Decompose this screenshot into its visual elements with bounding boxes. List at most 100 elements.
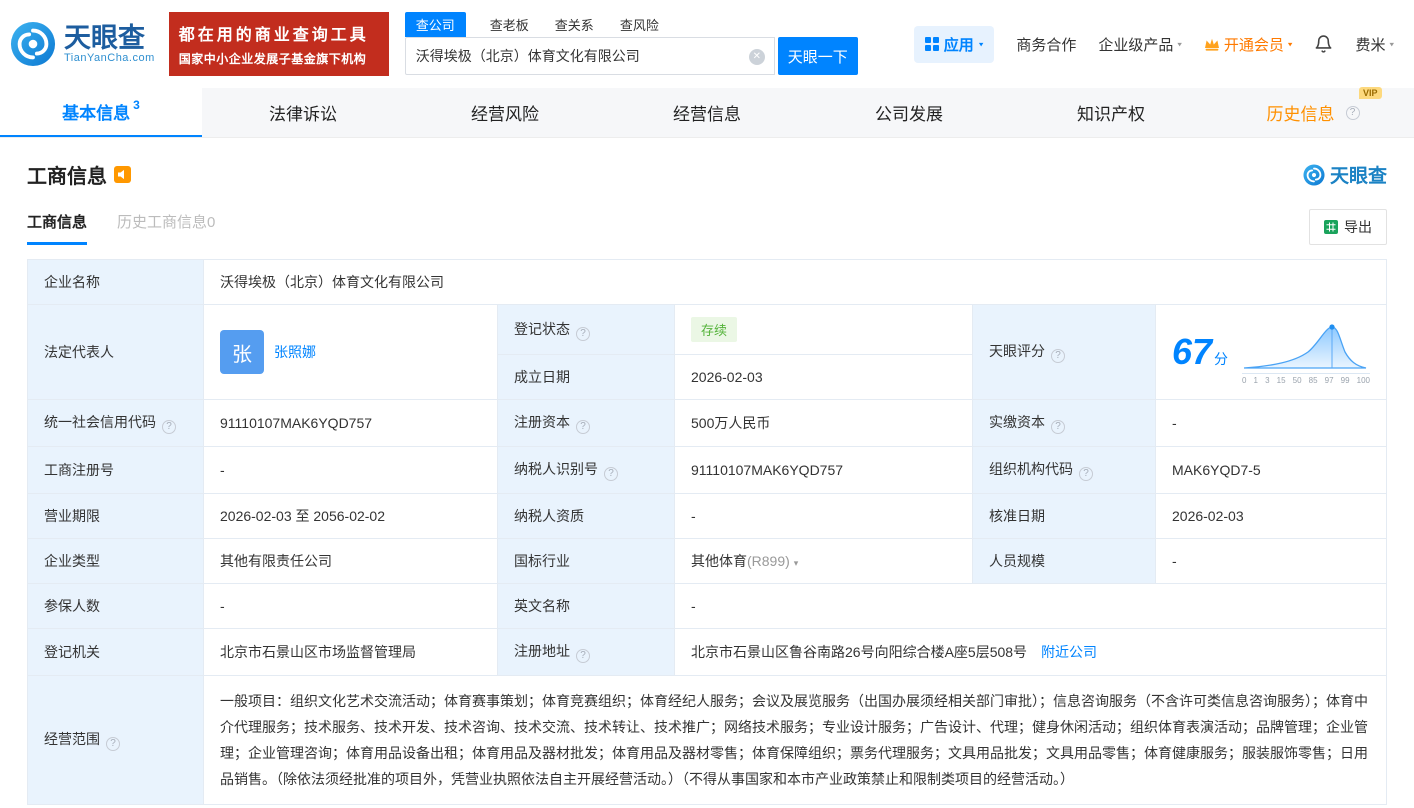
subtab-business-info[interactable]: 工商信息 — [27, 211, 88, 245]
help-icon[interactable]: ? — [576, 326, 590, 341]
tab-operating-risk[interactable]: 经营风险 — [404, 88, 606, 137]
label-taxpayer-quality: 纳税人资质 — [497, 493, 675, 539]
tab-label: 经营风险 — [471, 105, 539, 124]
vip-badge: VIP — [1358, 87, 1382, 99]
label-taxpayer-id: 纳税人识别号? — [497, 446, 675, 494]
value-business-scope: 一般项目：组织文化艺术交流活动；体育赛事策划；体育竞赛组织；体育经纪人服务；会议… — [203, 675, 1387, 805]
help-icon[interactable]: ? — [576, 649, 590, 663]
value-registration-number: - — [203, 446, 498, 494]
help-icon[interactable]: ? — [604, 467, 618, 481]
field-label: 登记机关 — [44, 644, 100, 660]
search-tab-company[interactable]: 查公司 — [404, 12, 466, 37]
open-vip-menu[interactable]: 开通会员 ▾ — [1204, 34, 1292, 55]
label-establish-date: 成立日期 — [497, 354, 675, 400]
help-icon[interactable]: ? — [1079, 467, 1093, 481]
business-cooperation-link[interactable]: 商务合作 — [1016, 34, 1076, 55]
chevron-down-icon: ▾ — [1389, 39, 1394, 48]
history-info-icon[interactable]: ? — [1345, 105, 1360, 120]
avatar[interactable]: 张 — [220, 330, 264, 374]
subtab-history-business-info[interactable]: 历史工商信息0 — [117, 211, 215, 245]
enterprise-label: 企业级产品 — [1098, 36, 1174, 54]
enterprise-products-menu[interactable]: 企业级产品 ▾ — [1098, 34, 1182, 55]
tab-company-development[interactable]: 公司发展 — [808, 88, 1010, 137]
field-label: 注册资本 — [514, 414, 570, 430]
tianyancha-logo-icon — [1303, 163, 1325, 186]
label-approval-date: 核准日期 — [972, 493, 1156, 539]
export-label: 导出 — [1344, 219, 1372, 235]
notifications-bell[interactable] — [1314, 34, 1333, 54]
search-tab-relation[interactable]: 查关系 — [553, 12, 596, 37]
value-staff-size: - — [1155, 538, 1387, 584]
tab-label: 法律诉讼 — [269, 105, 337, 124]
field-label: 成立日期 — [514, 369, 570, 385]
tab-label: 历史信息 — [1266, 105, 1335, 124]
search-tabs: 查公司 查老板 查关系 查风险 — [404, 12, 858, 37]
industry-name: 其他体育 — [691, 553, 747, 569]
username-label: 费米 — [1355, 36, 1386, 54]
legal-rep-link[interactable]: 张照娜 — [274, 342, 316, 362]
value-company-type: 其他有限责任公司 — [203, 538, 498, 584]
apps-menu[interactable]: 应用 ▾ — [913, 25, 995, 63]
label-registered-address: 注册地址? — [497, 628, 675, 676]
announcement-icon[interactable] — [114, 166, 131, 183]
field-label: 组织机构代码 — [989, 461, 1073, 477]
apps-label: 应用 — [943, 36, 974, 54]
label-english-name: 英文名称 — [497, 583, 675, 629]
tab-history-info[interactable]: 历史信息 VIP ? — [1212, 87, 1414, 137]
label-industry: 国标行业 — [497, 538, 675, 584]
label-company-type: 企业类型 — [27, 538, 204, 584]
clear-icon[interactable]: ✕ — [748, 49, 765, 65]
apps-grid-icon — [924, 37, 939, 51]
table-row: 企业名称 沃得埃极（北京）体育文化有限公司 — [27, 259, 1387, 305]
cooperation-label: 商务合作 — [1016, 36, 1077, 54]
nearby-companies-link[interactable]: 附近公司 — [1041, 644, 1097, 660]
search-tab-risk[interactable]: 查风险 — [618, 12, 661, 37]
search-box: ✕ — [404, 37, 775, 75]
field-label: 统一社会信用代码 — [44, 414, 156, 430]
field-label: 纳税人识别号 — [514, 461, 598, 477]
logo-domain: TianYanCha.com — [64, 52, 155, 65]
help-icon[interactable]: ? — [576, 420, 590, 434]
label-registration-authority: 登记机关 — [27, 628, 204, 676]
score-distribution-chart: 0 1 3 15 50 85 97 99 100 — [1242, 320, 1370, 385]
tab-basic-info[interactable]: 基本信息 3 — [0, 88, 202, 137]
tab-legal-proceedings[interactable]: 法律诉讼 — [202, 88, 404, 137]
help-icon[interactable]: ? — [1051, 349, 1065, 363]
help-icon[interactable]: ? — [1051, 420, 1065, 434]
field-label: 经营范围 — [44, 731, 100, 747]
search-tab-boss[interactable]: 查老板 — [488, 12, 531, 37]
value-company-name: 沃得埃极（北京）体育文化有限公司 — [203, 259, 1387, 305]
help-icon[interactable]: ? — [162, 420, 176, 434]
label-org-code: 组织机构代码? — [972, 446, 1156, 494]
value-tianyan-score: 67 分 0 1 3 15 50 85 97 99 100 — [1155, 304, 1387, 400]
label-business-term: 营业期限 — [27, 493, 204, 539]
field-label: 登记状态 — [514, 320, 570, 337]
user-menu[interactable]: 费米 ▾ — [1355, 34, 1394, 55]
field-label: 实缴资本 — [989, 414, 1045, 430]
label-tianyan-score: 天眼评分? — [972, 304, 1156, 400]
table-row: 经营范围? 一般项目：组织文化艺术交流活动；体育赛事策划；体育竞赛组织；体育经纪… — [27, 675, 1387, 805]
field-label: 英文名称 — [514, 598, 570, 614]
field-label: 法定代表人 — [44, 344, 114, 360]
value-industry: 其他体育(R899) ▾ — [674, 538, 973, 584]
tianyancha-watermark: 天眼查 — [1303, 161, 1387, 188]
export-button[interactable]: 导出 — [1309, 209, 1387, 245]
search-block: 查公司 查老板 查关系 查风险 ✕ 天眼一下 — [404, 12, 858, 75]
table-row: 参保人数 - 英文名称 - — [27, 583, 1387, 629]
chevron-down-icon[interactable]: ▾ — [794, 558, 799, 568]
chevron-down-icon: ▾ — [1177, 39, 1182, 48]
address-text: 北京市石景山区鲁谷南路26号向阳综合楼A座5层508号 — [691, 644, 1028, 660]
value-business-term: 2026-02-03 至 2056-02-02 — [203, 493, 498, 539]
value-taxpayer-quality: - — [674, 493, 973, 539]
search-button[interactable]: 天眼一下 — [777, 37, 858, 75]
tab-label: 知识产权 — [1077, 105, 1145, 124]
table-row: 法定代表人 张 张照娜 登记状态? 存续 天眼评分? 67 分 0 1 3 15… — [27, 304, 1387, 400]
watermark-text: 天眼查 — [1329, 166, 1387, 187]
top-header: 天眼查 TianYanCha.com 都在用的商业查询工具 国家中小企业发展子基… — [0, 0, 1414, 88]
tianyancha-logo[interactable]: 天眼查 TianYanCha.com — [10, 21, 155, 67]
tab-operating-info[interactable]: 经营信息 — [606, 88, 808, 137]
field-label: 营业期限 — [44, 508, 100, 524]
help-icon[interactable]: ? — [106, 737, 120, 751]
tab-intellectual-property[interactable]: 知识产权 — [1010, 88, 1212, 137]
search-input[interactable] — [415, 48, 742, 64]
